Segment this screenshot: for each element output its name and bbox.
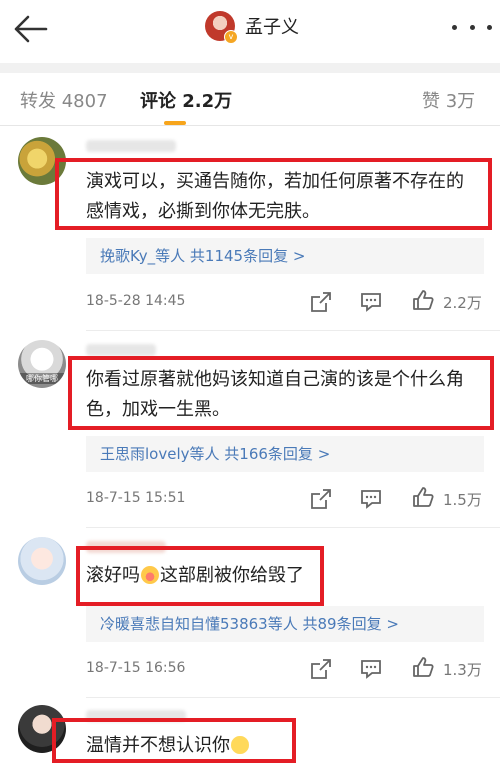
comment-date: 18-7-15 15:51: [86, 490, 186, 506]
profile-avatar[interactable]: v: [205, 11, 238, 44]
avatar[interactable]: [18, 537, 66, 585]
top-bar: v 孟子义: [0, 0, 500, 60]
comment-icon: [361, 293, 381, 312]
back-button[interactable]: [12, 14, 48, 44]
comment-text: 演戏可以，买通告随你，若加任何原著不存在的 感情戏，必撕到你体无完肤。: [86, 171, 464, 222]
reply-names: 冷暖喜悲自知自懂53863等人: [100, 615, 298, 633]
username-blurred[interactable]: [86, 344, 156, 356]
chevron-right-icon: >: [386, 615, 399, 633]
like-count: 1.5万: [443, 491, 482, 509]
comment-button[interactable]: [360, 292, 382, 316]
reply-names: 王思雨lovely等人: [100, 445, 220, 463]
comment-text: 滚好吗 这部剧被你给毁了: [86, 565, 304, 586]
comment-icon: [361, 490, 381, 509]
comment-button[interactable]: [360, 489, 382, 513]
like-button[interactable]: [412, 289, 434, 315]
reply-count: 共1145条回复: [189, 247, 289, 265]
comment-button[interactable]: [360, 659, 382, 683]
share-button[interactable]: [310, 488, 332, 514]
username-blurred[interactable]: [86, 140, 176, 152]
reply-count: 共89条回复: [302, 615, 382, 633]
more-button[interactable]: [452, 22, 492, 32]
more-icon: [469, 24, 475, 30]
comment-date: 18-5-28 14:45: [86, 293, 186, 309]
reply-summary[interactable]: 冷暖喜悲自知自懂53863等人 共89条回复 >: [86, 606, 484, 642]
comment-date: 18-7-15 16:56: [86, 660, 186, 676]
reply-names: 挽歌Ky_等人: [100, 247, 186, 265]
tab-comments[interactable]: 评论 2.2万: [140, 87, 232, 113]
share-button[interactable]: [310, 291, 332, 317]
like-button[interactable]: [412, 486, 434, 512]
comment-divider: [86, 330, 500, 331]
like-count: 2.2万: [443, 294, 482, 312]
comment-divider: [86, 697, 500, 698]
tab-likes[interactable]: 赞 3万: [422, 87, 475, 113]
like-count: 1.3万: [443, 661, 482, 679]
more-icon: [452, 24, 457, 30]
scared-emoji-icon: [141, 566, 159, 584]
reply-summary[interactable]: 王思雨lovely等人 共166条回复 >: [86, 436, 484, 472]
profile-title[interactable]: v 孟子义: [205, 8, 299, 44]
back-arrow-icon: [14, 15, 48, 43]
like-icon: [413, 487, 434, 507]
share-button[interactable]: [310, 658, 332, 684]
like-button[interactable]: [412, 656, 434, 682]
like-icon: [413, 290, 434, 310]
comment-text: 你看过原著就他妈该知道自己演的该是个什么角 色，加戏一生黑。: [86, 369, 464, 420]
tab-repost[interactable]: 转发 4807: [20, 87, 108, 113]
chevron-right-icon: >: [292, 247, 306, 265]
verified-icon: v: [224, 30, 238, 44]
share-icon: [311, 489, 331, 509]
reply-count: 共166条回复: [224, 445, 313, 463]
smile-emoji-icon: [231, 736, 249, 754]
more-icon: [487, 24, 492, 30]
comment-divider: [86, 527, 500, 528]
avatar-caption: 哪你管哪: [18, 373, 66, 384]
like-icon: [413, 657, 434, 677]
section-divider: [0, 63, 500, 73]
reply-summary[interactable]: 挽歌Ky_等人 共1145条回复 >: [86, 238, 484, 274]
tab-bar: 转发 4807 评论 2.2万 赞 3万: [0, 73, 500, 125]
chevron-right-icon: >: [317, 445, 331, 463]
comment-text: 温情并不想认识你: [86, 731, 250, 761]
avatar[interactable]: 哪你管哪: [18, 340, 66, 388]
comment-icon: [361, 660, 381, 679]
page-title: 孟子义: [245, 17, 299, 38]
share-icon: [311, 292, 331, 312]
tab-divider: [0, 125, 500, 126]
share-icon: [311, 659, 331, 679]
